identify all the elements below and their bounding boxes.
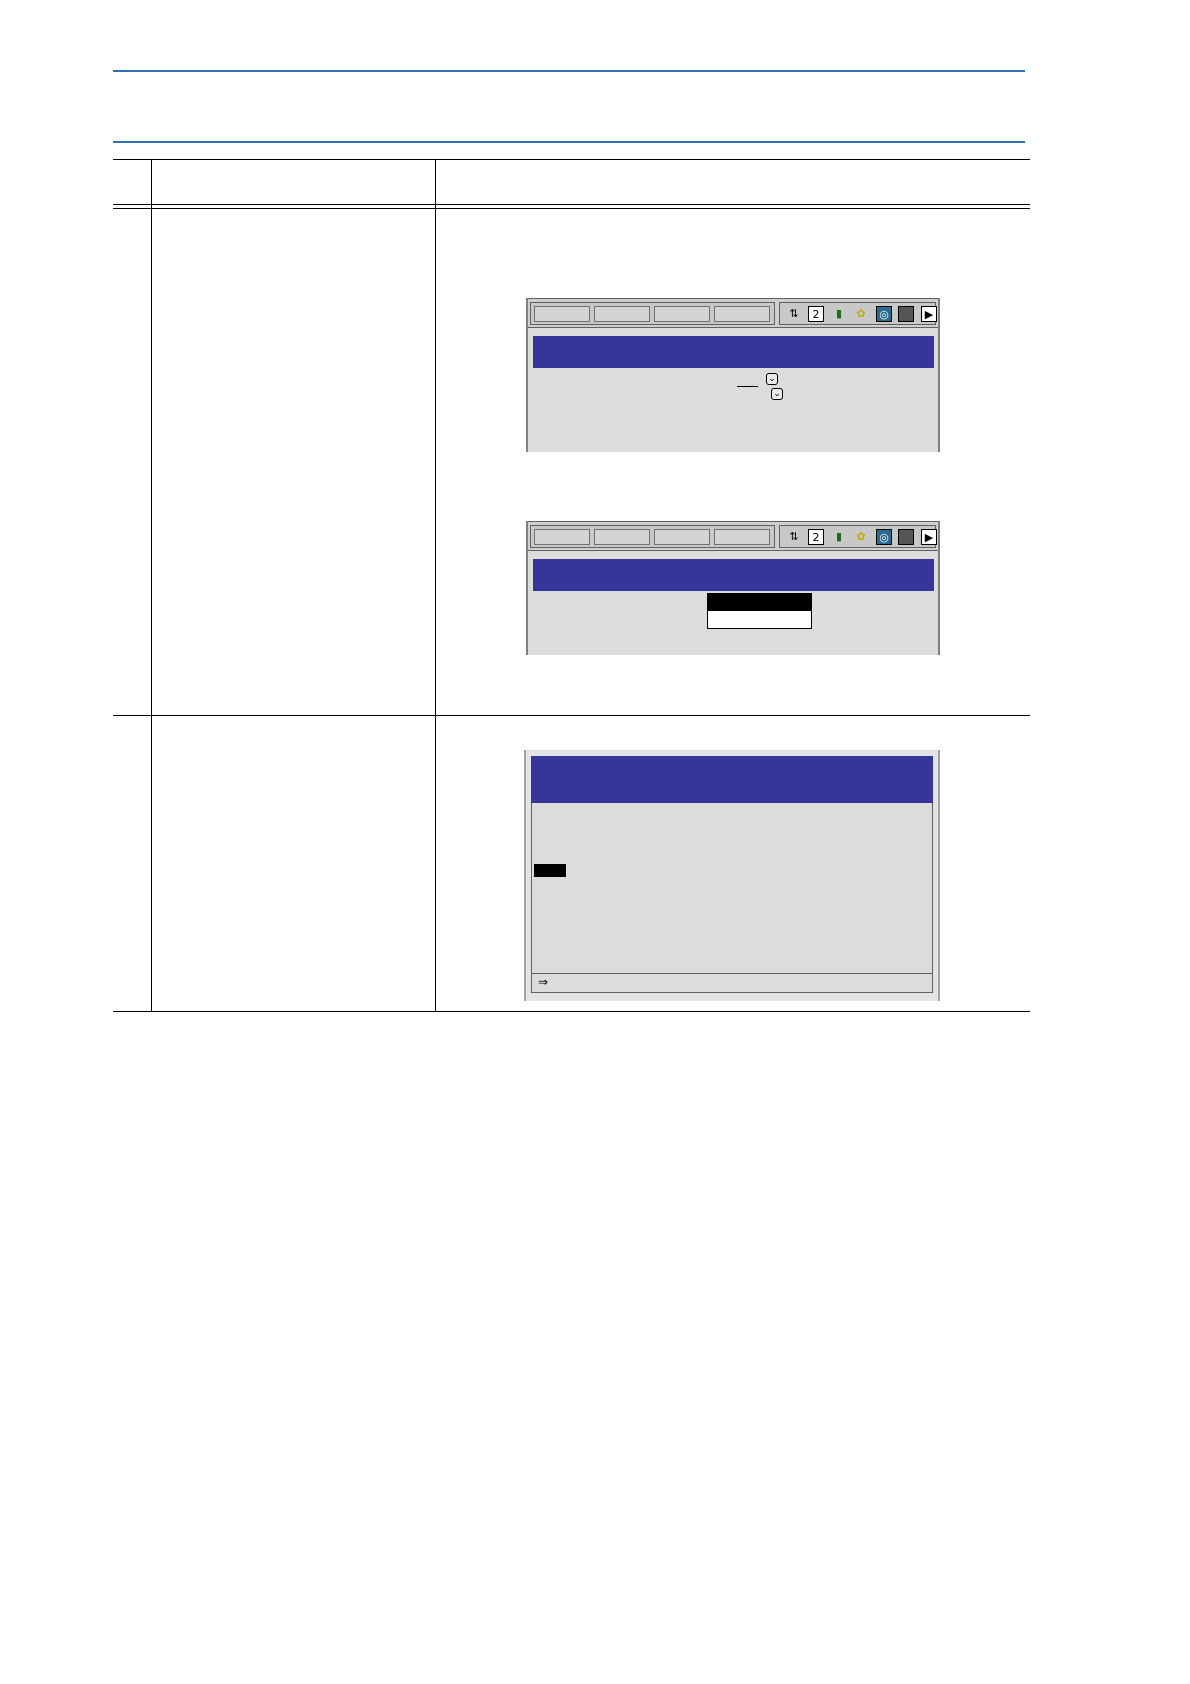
menu-button-2[interactable] — [594, 306, 650, 322]
play-icon: ▶ — [921, 306, 937, 322]
screen-1-frame-right — [938, 298, 940, 452]
table-row-border — [113, 715, 1030, 716]
screen-2-frame-right — [938, 521, 940, 655]
header-rule-top — [113, 70, 1025, 72]
menu-button-4[interactable] — [714, 306, 770, 322]
menu-button-2[interactable] — [594, 529, 650, 545]
screen-2-content — [533, 591, 934, 655]
screen-1-title-bar — [533, 336, 934, 368]
camera-icon: ◎ — [876, 529, 892, 545]
table-header-border-1 — [113, 204, 1030, 205]
pendant-screen-1: ⇅ 2 ▮ ✿ ◎ ▶ ⌄ ⌄ — [526, 298, 940, 452]
arrow-right-icon: ⇒ — [538, 975, 549, 989]
signal-icon: ▮ — [835, 307, 843, 320]
header-rule-bottom — [113, 141, 1025, 143]
table-col-divider-1 — [151, 159, 152, 1012]
screen-1-frame-left — [526, 298, 528, 452]
play-icon: ▶ — [921, 529, 937, 545]
table-header-border-2 — [113, 208, 1030, 209]
page-icon: 2 — [808, 306, 824, 322]
servo-icon: ✿ — [856, 307, 866, 320]
dropdown-selected-item[interactable] — [708, 594, 811, 611]
screen-2-frame-left — [526, 521, 528, 655]
screen-3-frame-right — [938, 750, 940, 1001]
screen-1-toolbar: ⇅ 2 ▮ ✿ ◎ ▶ — [526, 298, 940, 328]
output-icon — [898, 529, 914, 545]
menu-button-3[interactable] — [654, 306, 710, 322]
menu-button-4[interactable] — [714, 529, 770, 545]
pendant-screen-3: ⇒ — [524, 750, 940, 1001]
page-icon: 2 — [808, 529, 824, 545]
table-bottom-border — [113, 1011, 1030, 1012]
screen-3-content — [531, 803, 933, 973]
screen-2-title-bar — [533, 559, 934, 591]
screen-3-status-bar: ⇒ — [531, 973, 933, 993]
menu-button-3[interactable] — [654, 529, 710, 545]
table-top-border — [113, 159, 1030, 160]
output-icon — [898, 306, 914, 322]
screen-1-content: ⌄ ⌄ — [533, 368, 934, 452]
screen-2-toolbar: ⇅ 2 ▮ ✿ ◎ ▶ — [526, 521, 940, 551]
screen-3-title-bar — [531, 756, 933, 803]
servo-icon: ✿ — [856, 530, 866, 543]
screen-2-status-icons: ⇅ 2 ▮ ✿ ◎ ▶ — [779, 525, 937, 548]
chevron-down-icon[interactable]: ⌄ — [766, 373, 778, 385]
camera-icon: ◎ — [876, 306, 892, 322]
menu-button-1[interactable] — [534, 529, 590, 545]
menu-button-1[interactable] — [534, 306, 590, 322]
table-col-divider-2 — [435, 159, 436, 1012]
cursor-highlight — [534, 864, 566, 877]
teach-mode-icon: ⇅ — [789, 307, 799, 320]
chevron-down-icon[interactable]: ⌄ — [771, 388, 783, 400]
pendant-screen-2: ⇅ 2 ▮ ✿ ◎ ▶ — [526, 521, 940, 655]
dropdown-list[interactable] — [707, 593, 812, 629]
screen-2-menu-area — [530, 525, 775, 548]
screen-3-frame-left — [524, 750, 526, 1001]
signal-icon: ▮ — [835, 530, 843, 543]
input-underline — [737, 386, 758, 387]
teach-mode-icon: ⇅ — [789, 530, 799, 543]
screen-1-menu-area — [530, 302, 775, 325]
screen-1-status-icons: ⇅ 2 ▮ ✿ ◎ ▶ — [779, 302, 937, 325]
